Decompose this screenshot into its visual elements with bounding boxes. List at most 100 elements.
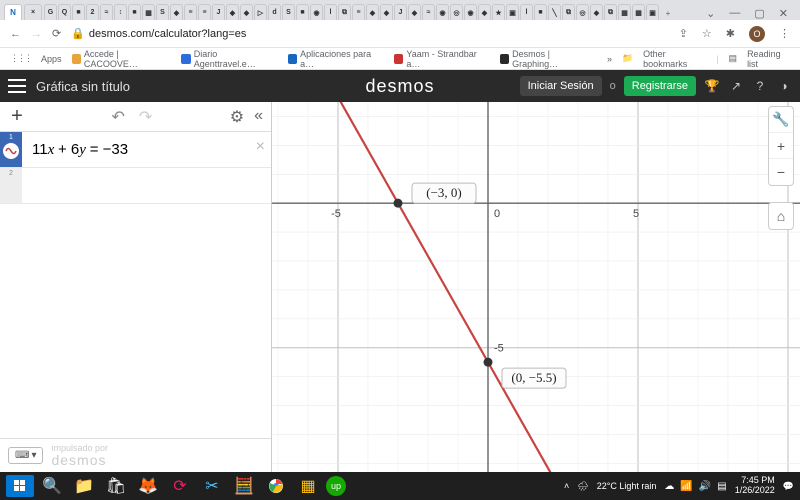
new-tab-button[interactable]: +: [661, 6, 675, 20]
share-icon[interactable]: ⇪: [679, 27, 688, 40]
browser-tab[interactable]: ■: [128, 4, 141, 20]
browser-tab[interactable]: ■: [534, 4, 547, 20]
browser-tab[interactable]: 2: [86, 4, 99, 20]
browser-tab[interactable]: l: [520, 4, 533, 20]
share-graph-icon[interactable]: ↗: [728, 78, 744, 94]
browser-tab[interactable]: ▦: [142, 4, 155, 20]
browser-tab[interactable]: ◆: [366, 4, 379, 20]
browser-tab[interactable]: ▦: [618, 4, 631, 20]
browser-tab[interactable]: ≈: [422, 4, 435, 20]
expression-row[interactable]: 1 11x + 6y = −33 ×: [0, 132, 271, 168]
apps-grid-icon[interactable]: ⋮⋮⋮: [10, 53, 31, 64]
trophy-icon[interactable]: 🏆: [704, 78, 720, 94]
browser-tab[interactable]: ×: [24, 4, 42, 20]
notifications-icon[interactable]: 💬: [783, 481, 794, 492]
browser-tab[interactable]: ■: [72, 4, 85, 20]
wrench-icon[interactable]: 🔧: [769, 107, 793, 133]
browser-tab[interactable]: ◎: [450, 4, 463, 20]
browser-tab[interactable]: ≈: [100, 4, 113, 20]
tray-lang-icon[interactable]: ▤: [717, 481, 726, 492]
browser-tab[interactable]: ▣: [506, 4, 519, 20]
task-screenshot[interactable]: ✂: [198, 475, 226, 497]
browser-tab[interactable]: ≡: [198, 4, 211, 20]
browser-tab[interactable]: ⧉: [562, 4, 575, 20]
browser-tab[interactable]: ≡: [184, 4, 197, 20]
browser-menu-icon[interactable]: ⋮: [779, 27, 790, 40]
browser-tab[interactable]: ▣: [646, 4, 659, 20]
nav-reload-icon[interactable]: ⟳: [52, 27, 61, 40]
task-firefox[interactable]: 🦊: [134, 475, 162, 497]
browser-tab[interactable]: l: [324, 4, 337, 20]
task-upwork[interactable]: up: [326, 476, 346, 496]
browser-tab[interactable]: ◎: [576, 4, 589, 20]
undo-icon[interactable]: ↶: [111, 107, 124, 127]
keyboard-toggle[interactable]: ⌨ ▾: [8, 447, 43, 464]
nav-back-icon[interactable]: ←: [10, 28, 21, 40]
other-bookmarks[interactable]: Other bookmarks: [643, 49, 706, 69]
zoom-in-icon[interactable]: +: [769, 133, 793, 159]
browser-tab[interactable]: ◉: [464, 4, 477, 20]
tray-volume-icon[interactable]: 🔊: [699, 481, 711, 492]
bookmark-item[interactable]: Desmos | Graphing…: [500, 49, 593, 69]
register-button[interactable]: Registrarse: [624, 76, 696, 96]
task-store[interactable]: 🛍: [102, 475, 130, 497]
browser-tab[interactable]: ◆: [408, 4, 421, 20]
browser-tab[interactable]: J: [394, 4, 407, 20]
url-field[interactable]: 🔒 desmos.com/calculator?lang=es: [71, 27, 246, 40]
bookmark-item[interactable]: Accede | CACOOVE…: [72, 49, 170, 69]
browser-tab[interactable]: ◉: [310, 4, 323, 20]
browser-tab[interactable]: ╲: [548, 4, 561, 20]
bookmark-star-icon[interactable]: ☆: [702, 27, 712, 40]
home-icon[interactable]: ⌂: [769, 203, 793, 229]
browser-tab[interactable]: ≡: [352, 4, 365, 20]
tray-wifi-icon[interactable]: 📶: [680, 481, 692, 492]
browser-tab[interactable]: ▦: [632, 4, 645, 20]
browser-tab[interactable]: ◆: [226, 4, 239, 20]
task-explorer[interactable]: 📁: [70, 475, 98, 497]
browser-tab[interactable]: d: [268, 4, 281, 20]
graph-canvas[interactable]: -50510-5(−3, 0)(0, −5.5) 🔧 + − ⌂: [272, 102, 800, 472]
add-expression-button[interactable]: +: [0, 105, 34, 128]
task-calculator[interactable]: 🧮: [230, 475, 258, 497]
zoom-out-icon[interactable]: −: [769, 159, 793, 185]
accessibility-icon[interactable]: ◑: [776, 78, 792, 94]
window-close-icon[interactable]: ✕: [779, 7, 788, 20]
window-maximize-icon[interactable]: ▢: [754, 7, 764, 20]
browser-tab[interactable]: ◆: [170, 4, 183, 20]
browser-tab[interactable]: ◆: [380, 4, 393, 20]
expression-row-empty[interactable]: 2: [0, 168, 271, 204]
task-app[interactable]: ⟳: [166, 475, 194, 497]
browser-tab-active[interactable]: N: [4, 4, 22, 20]
apps-label[interactable]: Apps: [41, 54, 62, 64]
task-app2[interactable]: ▦: [294, 475, 322, 497]
browser-tab[interactable]: ⧉: [338, 4, 351, 20]
browser-tab[interactable]: ◆: [590, 4, 603, 20]
browser-tab[interactable]: Q: [58, 4, 71, 20]
weather-text[interactable]: 22°C Light rain: [597, 481, 657, 491]
expression-color-tab[interactable]: 1: [0, 132, 22, 167]
browser-tab[interactable]: ◉: [436, 4, 449, 20]
bookmark-item[interactable]: Yaam - Strandbar a…: [394, 49, 488, 69]
browser-tab[interactable]: ▷: [254, 4, 267, 20]
task-chrome[interactable]: [262, 475, 290, 497]
extension-icon[interactable]: ✱: [726, 27, 735, 40]
browser-tab[interactable]: ⧉: [604, 4, 617, 20]
browser-tab[interactable]: ↕: [114, 4, 127, 20]
settings-icon[interactable]: ⚙: [230, 107, 244, 127]
collapse-sidebar-icon[interactable]: «: [254, 107, 263, 127]
taskbar-clock[interactable]: 7:45 PM 1/26/2022: [735, 476, 775, 496]
delete-expression-icon[interactable]: ×: [256, 138, 265, 156]
profile-avatar[interactable]: O: [749, 26, 765, 42]
browser-tab[interactable]: ◆: [478, 4, 491, 20]
reading-list[interactable]: Reading list: [747, 49, 790, 69]
graph-title[interactable]: Gráfica sin título: [36, 79, 130, 94]
browser-tab[interactable]: S: [282, 4, 295, 20]
bookmark-item[interactable]: Aplicaciones para a…: [288, 49, 382, 69]
browser-tab[interactable]: J: [212, 4, 225, 20]
tray-cloud-icon[interactable]: ☁: [664, 481, 674, 492]
bookmark-item[interactable]: Diario Agenttravel.e…: [181, 49, 275, 69]
menu-icon[interactable]: [8, 79, 26, 93]
start-button[interactable]: [6, 475, 34, 497]
browser-tab[interactable]: ◆: [240, 4, 253, 20]
window-dropdown-icon[interactable]: ⌄: [706, 7, 715, 20]
